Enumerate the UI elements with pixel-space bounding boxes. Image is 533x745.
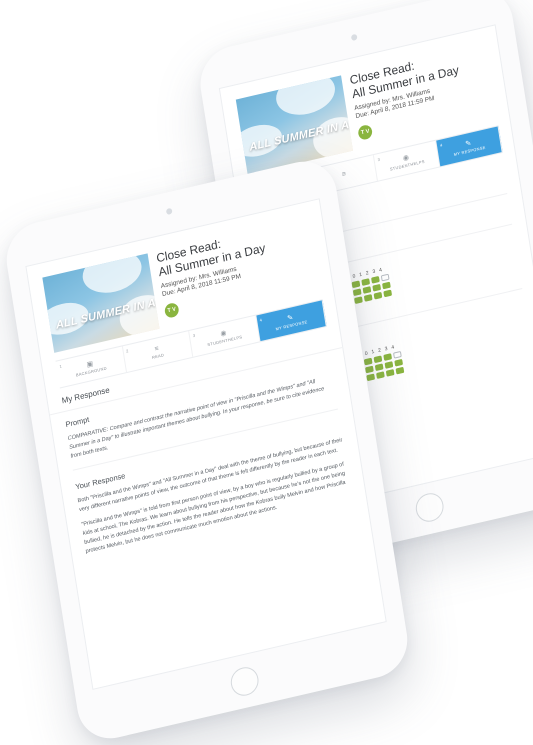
tab-my-response[interactable]: 4 ✎ MY RESPONSE [436,126,503,167]
camera-icon [165,207,173,216]
home-button[interactable] [228,664,261,699]
tab-studenthelps[interactable]: 3 ◉ STUDENTHELPS [373,140,441,181]
home-button[interactable] [413,490,446,525]
avatar[interactable]: T V [163,301,180,319]
avatar[interactable]: T V [357,123,374,141]
book-cover-image: ALL SUMMER IN A DAY [235,75,353,175]
book-cover-image: ALL SUMMER IN A DAY [42,253,160,353]
camera-icon [350,33,358,42]
front-screen: ALL SUMMER IN A DAY Close Read: All Summ… [25,198,387,690]
document-icon: ≡ [341,170,347,179]
